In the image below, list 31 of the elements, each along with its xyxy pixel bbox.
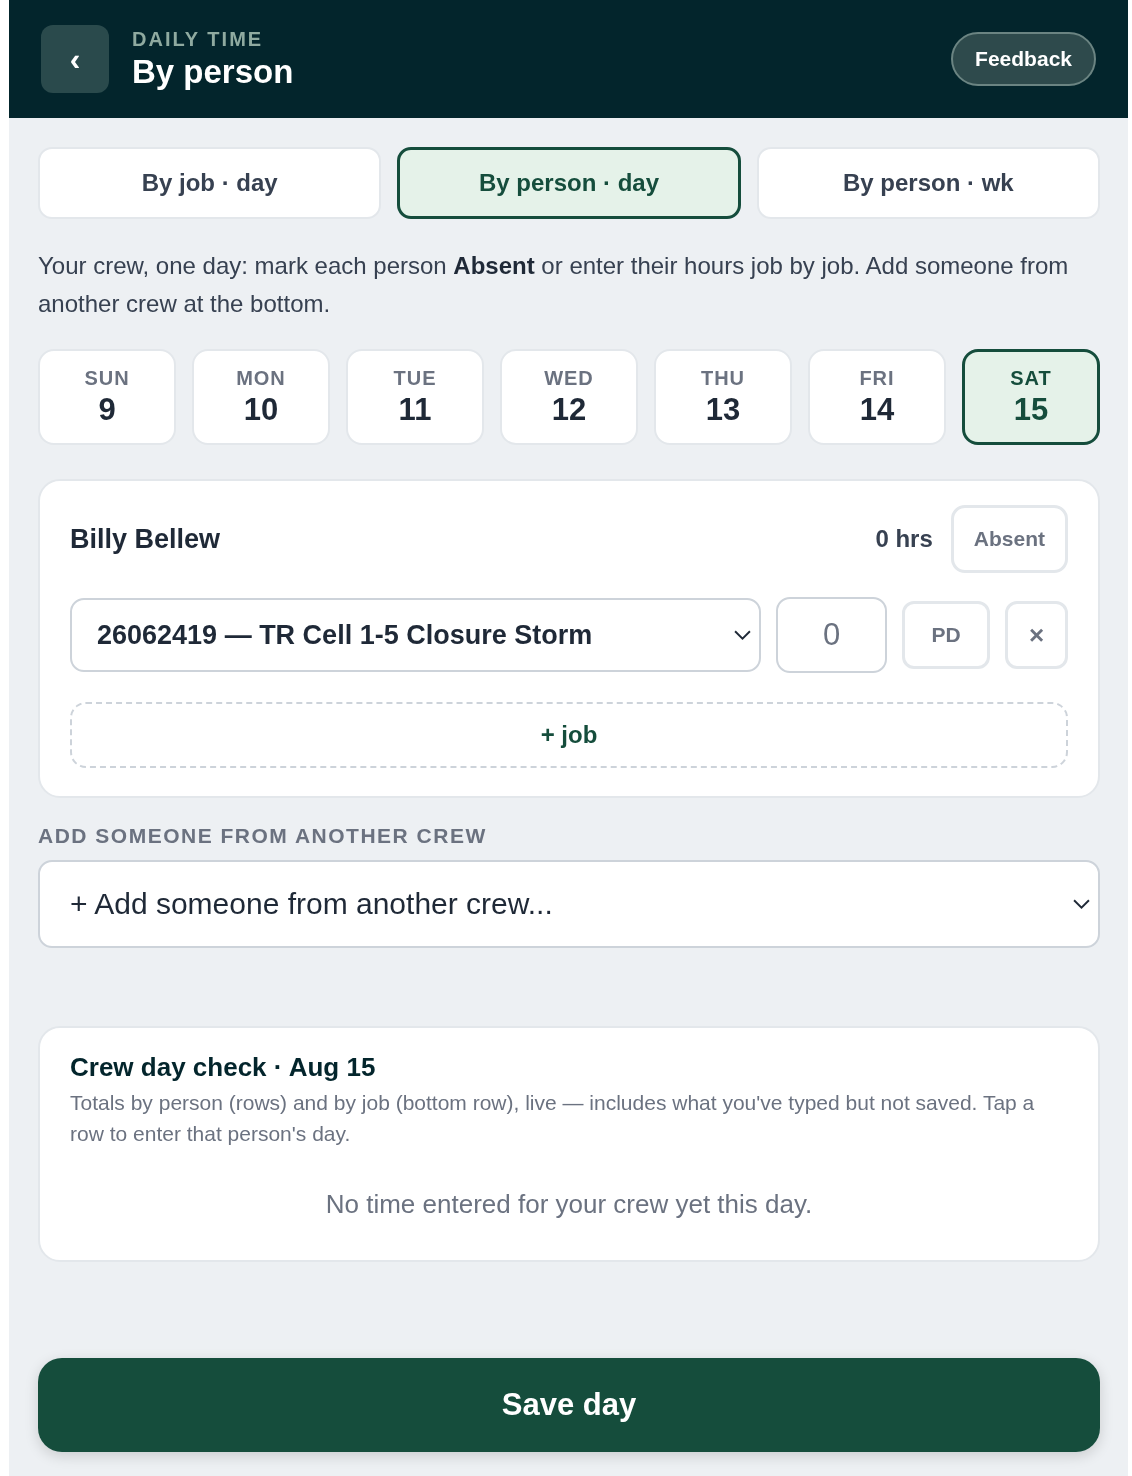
absent-button[interactable]: Absent [950, 505, 1068, 573]
day-button[interactable]: SUN 9 [38, 349, 176, 445]
feedback-button[interactable]: Feedback [951, 32, 1096, 86]
remove-button[interactable]: × [1005, 601, 1068, 669]
empty-message: No time entered for your crew yet this day. [324, 1189, 814, 1220]
day-button[interactable]: FRI 14 [808, 349, 946, 445]
job-select[interactable]: 26062419 — TR Cell 1-5 Closure Storm [70, 598, 761, 672]
per-diem-button[interactable]: PD [902, 601, 990, 669]
view-tab[interactable]: By person · day [397, 147, 741, 219]
person-name: Billy Bellew [70, 523, 222, 555]
day-button[interactable]: TUE 11 [346, 349, 484, 445]
section-label: ADD SOMEONE FROM ANOTHER CREW [38, 824, 488, 848]
hours-total: 0 hrs [875, 525, 933, 553]
section-label: DAILY TIME [132, 27, 265, 51]
view-tab[interactable]: By person · wk [756, 147, 1100, 219]
chevron-down-icon [1073, 898, 1090, 910]
day-button[interactable]: SAT 15 [962, 349, 1100, 445]
add-job-button[interactable]: + job [70, 702, 1068, 768]
crew-select[interactable]: + Add someone from another crew... [38, 860, 1100, 948]
chevron-down-icon [734, 629, 751, 641]
card-title: Crew day check · Aug 15 [70, 1052, 377, 1083]
save-button[interactable]: Save day [38, 1358, 1100, 1452]
day-button[interactable]: WED 12 [500, 349, 638, 445]
view-tab[interactable]: By job · day [38, 147, 382, 219]
day-button[interactable]: THU 13 [654, 349, 792, 445]
page-title: By person [132, 52, 295, 91]
card-description: Totals by person (rows) and by job (bottom row), live — includes what you've typed but not saved. Tap a row to enter that person's day. [70, 1090, 1036, 1147]
instructions-text: Your crew, one day: mark each person Absent or enter their hours job by job. Add someone from another crew at the bottom. [38, 251, 1070, 319]
back-button[interactable]: ‹ [41, 25, 109, 93]
hours-input[interactable]: 0 [776, 597, 887, 673]
day-button[interactable]: MON 10 [192, 349, 330, 445]
